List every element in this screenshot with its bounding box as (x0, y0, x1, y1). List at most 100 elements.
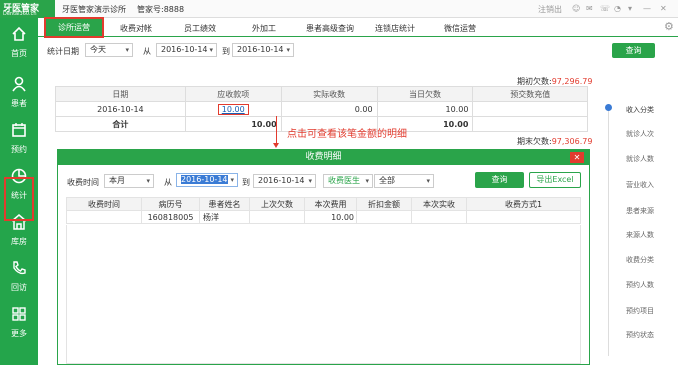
gear-icon[interactable]: ⚙ (664, 20, 674, 33)
tab-patient-query[interactable]: 患者高级查询 (306, 23, 354, 34)
modal-query-button[interactable]: 查询 (475, 172, 524, 188)
payment-method-cell (466, 210, 581, 224)
col-header: 病历号 (141, 197, 200, 211)
main-tabs: 诊所运营 收费对帐 员工绩效 外加工 患者高级查询 连锁店统计 微信运营 (38, 17, 678, 38)
sidebar-label: 更多 (11, 329, 27, 338)
menu-icon[interactable]: ▾ (628, 4, 632, 13)
billing-detail-table: 收费时间 病历号 患者姓名 上次欠数 本次费用 折扣金额 本次实收 收费方式1 … (66, 197, 581, 224)
tab-billing-reconcile[interactable]: 收费对帐 (120, 23, 152, 34)
actual-paid-cell (411, 210, 467, 224)
total-prepay (472, 116, 588, 132)
nav-item[interactable]: 预约状态 (626, 330, 654, 340)
from-date-input[interactable]: 2016-10-14 ▾ (156, 43, 217, 57)
prepay-cell (472, 101, 588, 117)
query-button[interactable]: 查询 (612, 43, 655, 58)
chevron-down-icon: ▾ (286, 46, 290, 54)
period-select[interactable]: 今天 ▾ (85, 43, 133, 57)
col-header: 当日欠数 (376, 86, 474, 102)
right-nav: 收入分类 就诊人次 就诊人数 营业收入 患者来源 来源人数 收费分类 预约人数 … (596, 76, 678, 365)
tab-clinic-operations[interactable]: 诊所运营 (44, 17, 104, 38)
sidebar-item-more[interactable]: 更多 (0, 298, 38, 348)
col-header: 本次实收 (411, 197, 467, 211)
nav-item[interactable]: 就诊人次 (626, 129, 654, 139)
tab-staff-performance[interactable]: 员工绩效 (184, 23, 216, 34)
sidebar-item-followup[interactable]: 回访 (0, 252, 38, 302)
nav-item[interactable]: 就诊人数 (626, 154, 654, 164)
calendar-icon (12, 123, 26, 137)
receivable-cell: 10.00 (184, 101, 282, 117)
app-logo: 牙医管家 Dental360.cn (0, 0, 55, 18)
chevron-down-icon: ▾ (308, 177, 312, 185)
nav-item[interactable]: 收费分类 (626, 255, 654, 265)
sidebar: 首页 患者 预约 统计 库房 回访 更多 (0, 18, 38, 365)
modal-to-label: 到 (242, 178, 250, 187)
wechat-icon[interactable]: ☺ (572, 4, 580, 13)
chevron-down-icon: ▾ (365, 177, 369, 185)
nav-item[interactable]: 来源人数 (626, 230, 654, 240)
sidebar-item-appointment[interactable]: 预约 (0, 114, 38, 164)
modal-from-date-input[interactable]: 2016-10-14 ▾ (176, 173, 238, 187)
notification-icon[interactable]: ◔ (614, 4, 621, 13)
minimize-icon[interactable]: — (643, 4, 651, 13)
from-date-value: 2016-10-14 (161, 45, 208, 54)
phone-icon[interactable]: ☏ (600, 4, 610, 13)
annotation-arrow-head (273, 143, 279, 148)
record-no-cell: 160818005 (141, 210, 200, 224)
top-bar: 牙医管家 Dental360.cn 牙医管家演示诊所 管家号:8888 注销出 … (0, 0, 678, 18)
sidebar-item-home[interactable]: 首页 (0, 18, 38, 68)
nav-item[interactable]: 营业收入 (626, 180, 654, 190)
to-date-value: 2016-10-14 (237, 45, 284, 54)
closing-balance: 期末欠数:97,306.79 (517, 136, 592, 147)
chevron-down-icon: ▾ (209, 46, 213, 54)
manager-id: 管家号:8888 (137, 5, 185, 14)
clinic-name: 牙医管家演示诊所 (62, 5, 126, 14)
tab-outsourcing[interactable]: 外加工 (252, 23, 276, 34)
dialog-title: 收费明细 ✕ (58, 150, 589, 165)
chevron-down-icon: ▾ (125, 46, 129, 54)
current-fee-cell: 10.00 (304, 210, 357, 224)
patient-name-cell: 杨洋 (199, 210, 250, 224)
actual-cell: 0.00 (280, 101, 378, 117)
logout-link[interactable]: 注销出 (538, 4, 562, 15)
receivable-link[interactable]: 10.00 (217, 103, 249, 115)
message-icon[interactable]: ✉ (586, 4, 593, 13)
nav-item[interactable]: 预约人数 (626, 280, 654, 290)
nav-item[interactable]: 患者来源 (626, 206, 654, 216)
modal-period-select[interactable]: 本月 ▾ (104, 174, 154, 188)
logo-subtext: Dental360.cn (3, 11, 37, 17)
active-dot (605, 104, 612, 111)
col-header: 收费方式1 (466, 197, 581, 211)
close-icon[interactable]: ✕ (570, 152, 584, 163)
billing-detail-dialog: 收费明细 ✕ 收费时间 本月 ▾ 从 2016-10-14 ▾ 到 2016-10-1… (57, 149, 590, 365)
sidebar-label: 回访 (11, 283, 27, 292)
col-header: 日期 (55, 86, 186, 102)
export-excel-button[interactable]: 导出Excel (529, 172, 581, 188)
tab-chain-stats[interactable]: 连锁店统计 (375, 23, 415, 34)
total-receivable: 10.00 (184, 116, 282, 132)
col-header: 患者姓名 (199, 197, 250, 211)
to-date-input[interactable]: 2016-10-14 ▾ (232, 43, 294, 57)
billing-time-label: 收费时间 (67, 178, 99, 187)
nav-rail (608, 106, 609, 356)
dialog-title-text: 收费明细 (305, 152, 342, 162)
col-header: 应收款项 (184, 86, 282, 102)
home-icon (12, 26, 26, 41)
col-header: 上次欠数 (249, 197, 305, 211)
doctor-filter-select[interactable]: 全部 ▾ (374, 174, 434, 188)
close-icon[interactable]: ✕ (660, 4, 667, 13)
modal-to-date-input[interactable]: 2016-10-14 ▾ (253, 174, 316, 188)
sidebar-label: 预约 (11, 145, 27, 154)
table-row: 2016-10-14 10.00 0.00 10.00 (55, 101, 588, 117)
table-body-area (66, 225, 581, 364)
nav-item[interactable]: 收入分类 (626, 105, 654, 115)
chevron-down-icon: ▾ (230, 176, 234, 184)
phone-icon (13, 261, 26, 275)
table-row[interactable]: 160818005 杨洋 10.00 (66, 210, 581, 224)
opening-value: 97,296.79 (551, 77, 593, 86)
grid-icon (12, 307, 26, 321)
tab-wechat[interactable]: 微信运营 (444, 23, 476, 34)
doctor-select[interactable]: 收费医生 ▾ (323, 174, 373, 188)
sidebar-item-patient[interactable]: 患者 (0, 68, 38, 118)
col-header: 实际收数 (280, 86, 378, 102)
nav-item[interactable]: 预约项目 (626, 306, 654, 316)
